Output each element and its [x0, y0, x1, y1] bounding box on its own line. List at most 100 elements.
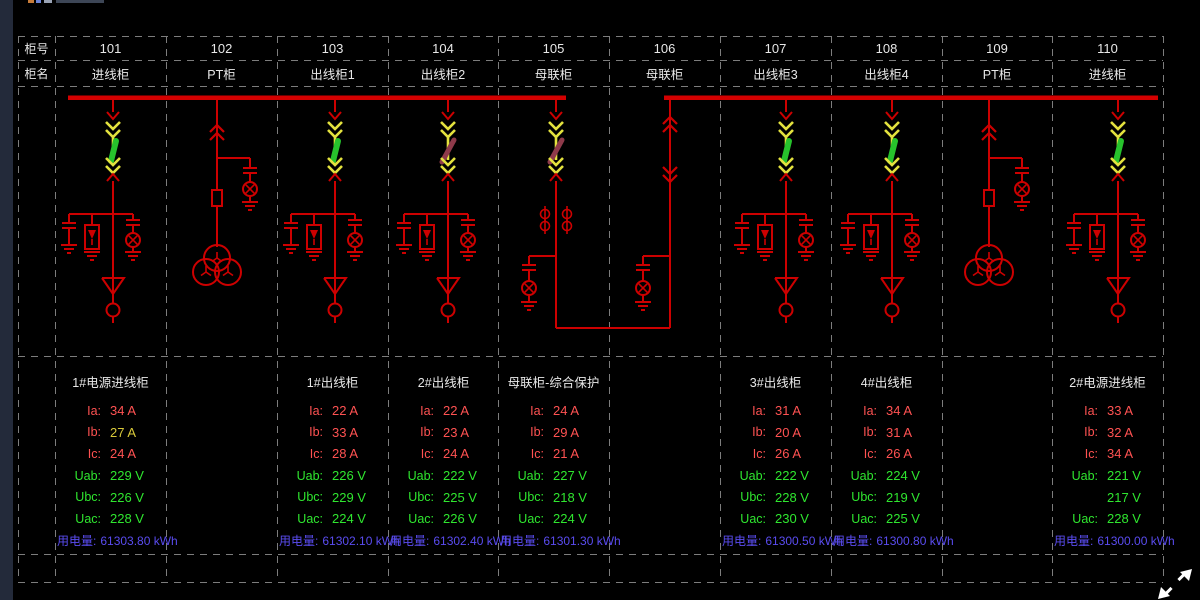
uac-label: Uac: [720, 512, 766, 526]
cabinet-name-105: 母联柜 [498, 60, 609, 86]
grid-vline [942, 36, 943, 582]
measurement-row: Uab:221 V [1052, 465, 1163, 487]
measurement-row: Ia:31 A [720, 400, 831, 422]
ia-value: 31 A [775, 403, 801, 418]
energy-value: 61300.80 kWh [876, 534, 953, 548]
panel-104: 2#出线柜 Ia:22 A Ib:23 A Ic:24 A Uab:222 V … [388, 358, 499, 554]
measurement-row: Ia: 22 A [277, 400, 388, 422]
uac-value: 226 V [443, 511, 477, 526]
diagram-107-feeder[interactable] [734, 100, 814, 323]
grid-vline [18, 36, 19, 582]
uac-label: Uac: [498, 512, 544, 526]
scada-single-line-screen: 柜号 101 102 103 104 105 106 107 108 109 1… [0, 0, 1200, 600]
grid-vline [1163, 36, 1164, 582]
diagram-105-bustie_breaker[interactable] [521, 100, 572, 328]
ubc-label: Ubc: [720, 490, 766, 504]
diagram-108-feeder[interactable] [840, 100, 920, 323]
energy-row: 用电量:61301.30 kWh [498, 532, 609, 549]
measurement-row: Ic:34 A [1052, 443, 1163, 465]
measurement-row: Ic:21 A [498, 443, 609, 465]
measurement-row: Ib: 31 A [831, 422, 942, 444]
cabinet-no-108: 108 [831, 36, 942, 60]
ia-label: Ia: [277, 404, 323, 418]
ib-value: 27 A [110, 425, 136, 440]
ic-label: Ic: [55, 447, 101, 461]
panel-title: 1#电源进线柜 [55, 372, 166, 394]
ic-value: 34 A [1107, 446, 1133, 461]
measurement-row: Ubc: 228 V [720, 486, 831, 508]
uac-label: Uac: [388, 512, 434, 526]
panel-title: 2#出线柜 [388, 372, 499, 394]
measurement-row: Uac:225 V [831, 508, 942, 530]
cabinet-no-106: 106 [609, 36, 720, 60]
energy-row: 用电量:61300.50 kWh [720, 532, 831, 549]
energy-row: 用电量:61302.40 kWh [388, 532, 499, 549]
grid-hline [18, 582, 1163, 583]
diagram-106-bustie_isolator [635, 100, 677, 328]
title-fragment [36, 0, 41, 3]
measurement-row: Uab:222 V [388, 465, 499, 487]
energy-label: 用电量: [390, 534, 429, 548]
ubc-value: 228 V [775, 490, 809, 505]
energy-label: 用电量: [1054, 534, 1093, 548]
ib-label: Ib: [831, 425, 877, 439]
diagram-104-feeder[interactable] [396, 100, 476, 323]
diagram-101-incoming[interactable] [61, 100, 141, 323]
diagram-103-feeder[interactable] [283, 100, 363, 323]
busbar-section-2 [664, 96, 1158, 101]
ubc-label: Ubc: [277, 490, 323, 504]
cabinet-no-105: 105 [498, 36, 609, 60]
cabinet-name-109: PT柜 [942, 60, 1052, 86]
cabinet-no-110: 110 [1052, 36, 1163, 60]
uab-value: 222 V [443, 468, 477, 483]
measurement-row: Uac: 226 V [388, 508, 499, 530]
measurement-row: Ic:24 A [55, 443, 166, 465]
energy-row: 用电量:61303.80 kWh [55, 532, 166, 549]
uab-label: Uab: [498, 469, 544, 483]
ib-label: Ib: [55, 425, 101, 439]
panel-107: 3#出线柜 Ia:31 A Ib:20 A Ic:26 A Uab:222 V … [720, 358, 831, 554]
panel-101: 1#电源进线柜 Ia:34 A Ib:27 A Ic:24 A Uab:229 … [55, 358, 166, 554]
panel-105: 母联柜-综合保护 Ia:24 A Ib:29 A Ic:21 A Uab:227… [498, 358, 609, 554]
measurement-row: Ubc:218 V [498, 486, 609, 508]
energy-value: 61303.80 kWh [100, 534, 177, 548]
measurement-row: Ia:24 A [498, 400, 609, 422]
ia-label: Ia: [498, 404, 544, 418]
measurement-row: 217 V [1052, 486, 1163, 508]
energy-row: 用电量:61300.80 kWh [831, 532, 942, 549]
measurement-row: Ic:28 A [277, 443, 388, 465]
diagram-110-incoming[interactable] [1066, 100, 1146, 323]
ubc-label: Ubc: [498, 490, 544, 504]
cabinet-no-104: 104 [388, 36, 498, 60]
grid-vline [166, 36, 167, 582]
uab-value: 221 V [1107, 468, 1141, 483]
ia-value: 22 A [332, 403, 358, 418]
grid-hline [18, 86, 1163, 87]
ic-label: Ic: [831, 447, 877, 461]
ic-label: Ic: [720, 447, 766, 461]
ic-value: 26 A [886, 446, 912, 461]
ubc-value: 217 V [1107, 490, 1141, 505]
uac-label: Uac: [1052, 512, 1098, 526]
cabinet-no-103: 103 [277, 36, 388, 60]
cabinet-no-101: 101 [55, 36, 166, 60]
panel-title: 4#出线柜 [831, 372, 942, 394]
ib-value: 31 A [886, 425, 912, 440]
ia-label: Ia: [55, 404, 101, 418]
uac-label: Uac: [55, 512, 101, 526]
energy-label: 用电量: [279, 534, 318, 548]
measurement-row: Ib:33 A [277, 422, 388, 444]
cabinet-no-109: 109 [942, 36, 1052, 60]
energy-label: 用电量: [57, 534, 96, 548]
energy-label: 用电量: [500, 534, 539, 548]
measurement-row: Uac:230 V [720, 508, 831, 530]
measurement-row: Ia:22 A [388, 400, 499, 422]
cabinet-no-102: 102 [166, 36, 277, 60]
ic-value: 21 A [553, 446, 579, 461]
measurement-row: Uab:226 V [277, 465, 388, 487]
measurement-row: Uac:228 V [55, 508, 166, 530]
uab-value: 229 V [110, 468, 144, 483]
measurement-row: Uab:227 V [498, 465, 609, 487]
panel-title: 2#电源进线柜 [1052, 372, 1163, 394]
panel-title: 3#出线柜 [720, 372, 831, 394]
